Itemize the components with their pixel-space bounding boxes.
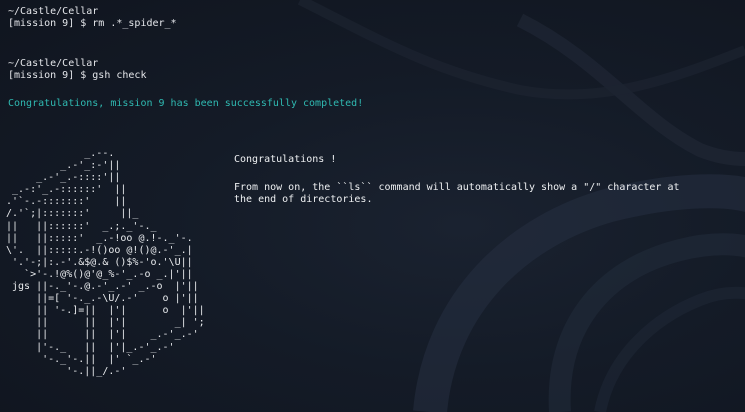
- message-body-line-2: the end of directories.: [234, 194, 373, 205]
- congratulations-title: Congratulations !: [234, 154, 337, 165]
- wallpaper-curve-4: [297, 0, 745, 100]
- prompt-path-line: ~/Castle/Cellar: [8, 6, 99, 17]
- mission-success-message: Congratulations, mission 9 has been succ…: [8, 98, 364, 109]
- wallpaper-curve-3: [516, 13, 745, 166]
- prompt-path-line-2: ~/Castle/Cellar: [8, 58, 99, 69]
- castle-ascii-art: _.--. _.-'_:-'|| _.-'_.-::::'|| _.-:'_.-…: [6, 148, 205, 377]
- command-line-rm: [mission 9] $ rm .*_spider_*: [8, 18, 177, 29]
- terminal-window[interactable]: ~/Castle/Cellar [mission 9] $ rm .*_spid…: [0, 0, 745, 412]
- wallpaper-curve-2: [548, 233, 745, 412]
- message-body-line-1: From now on, the ``ls`` command will aut…: [234, 182, 680, 193]
- wallpaper-curve-1: [413, 174, 745, 412]
- wallpaper-curve-5: [594, 286, 745, 412]
- command-line-gsh-check: [mission 9] $ gsh check: [8, 70, 147, 81]
